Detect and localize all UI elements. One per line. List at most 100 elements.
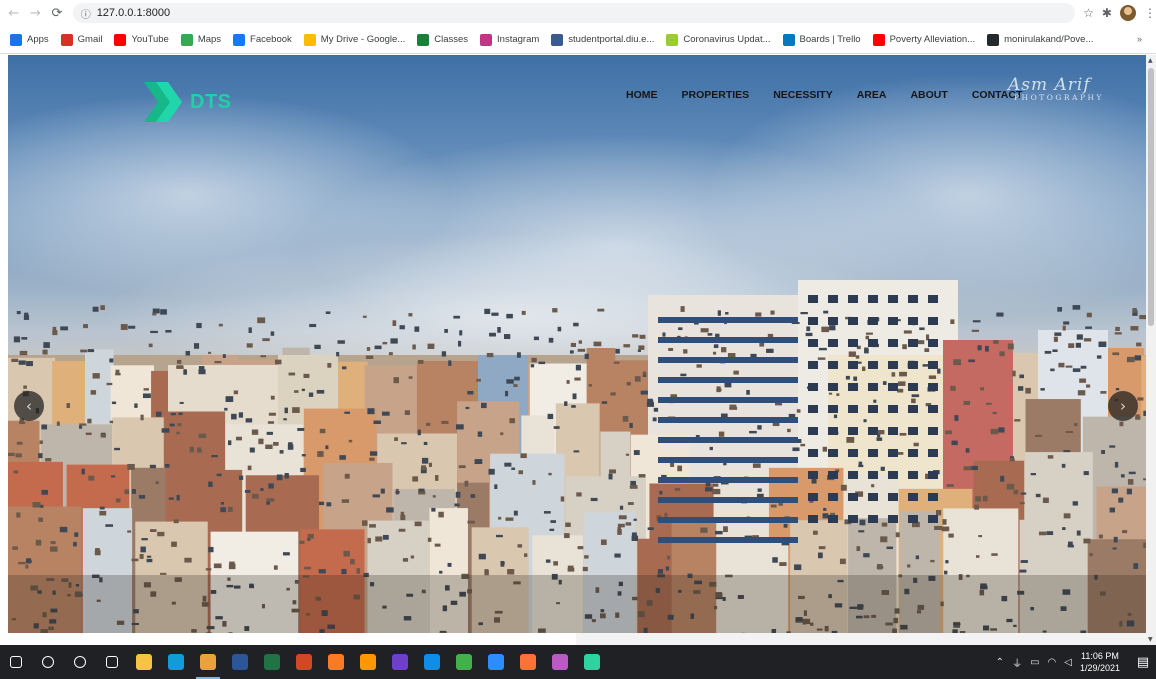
edge-icon[interactable] [160, 645, 192, 679]
wifi-icon[interactable]: ◠ [1048, 657, 1057, 668]
scroll-thumb[interactable] [1148, 68, 1154, 326]
star-bookmark-icon[interactable]: ☆ [1083, 6, 1094, 20]
trello-icon [782, 33, 795, 46]
github-desktop-icon[interactable] [384, 645, 416, 679]
sourcetree-icon[interactable] [544, 645, 576, 679]
main-nav: HOME PROPERTIES NECESSITY AREA ABOUT CONTACT [626, 89, 1046, 101]
portal-icon [551, 33, 564, 46]
git-kraken-icon[interactable] [576, 645, 608, 679]
bookmark-item[interactable]: Classes [417, 33, 468, 46]
instagram-icon [480, 33, 493, 46]
bookmarks-bar: Apps Gmail YouTube Maps Facebook My Drive - G… [0, 26, 1156, 54]
youtube-icon [872, 33, 885, 46]
notification-center-icon[interactable]: ▤ [1130, 645, 1156, 679]
bookmark-label: My Drive - Google... [320, 34, 406, 45]
zoom-icon[interactable] [480, 645, 512, 679]
excel-icon[interactable] [256, 645, 288, 679]
dts-logo-icon [144, 82, 182, 122]
url-text: 127.0.0.1:8000 [96, 7, 171, 19]
usb-icon[interactable]: ⏚ [1012, 655, 1022, 670]
chrome-icon[interactable] [192, 645, 224, 679]
more-menu-icon[interactable]: ⋮ [1144, 6, 1156, 20]
bookmark-item[interactable]: YouTube [114, 33, 169, 46]
bookmark-item[interactable]: Gmail [60, 33, 103, 46]
apps-grid-icon [10, 33, 22, 46]
bookmark-item[interactable]: My Drive - Google... [303, 33, 406, 46]
gmail-icon [60, 33, 73, 46]
page-scrollbar[interactable]: ▲ ▼ [1146, 55, 1156, 645]
bookmark-label: studentportal.diu.e... [568, 34, 655, 45]
watermark-subtitle: PHOTOGRAPHY [1014, 93, 1104, 102]
windows-taskbar: ⌃ ⏚ ▭ ◠ ◁ 11:06 PM 1/29/2021 ▤ [0, 645, 1156, 679]
file-explorer-icon[interactable] [128, 645, 160, 679]
powerpoint-icon[interactable] [288, 645, 320, 679]
bookmark-item[interactable]: Boards | Trello [782, 33, 861, 46]
carousel-next-button[interactable]: › [1108, 391, 1138, 421]
bookmark-label: YouTube [131, 34, 169, 45]
clock[interactable]: 11:06 PM 1/29/2021 [1080, 650, 1120, 674]
back-arrow-icon[interactable]: ← [6, 5, 22, 21]
sublime-icon[interactable] [352, 645, 384, 679]
page-viewport: DTS HOME PROPERTIES NECESSITY AREA ABOUT CONT… [8, 55, 1146, 633]
nav-link-area[interactable]: AREA [857, 89, 887, 101]
bookmark-item[interactable]: Maps [180, 33, 222, 46]
bookmark-item[interactable]: Poverty Alleviation... [872, 33, 976, 46]
windows-start-icon[interactable] [0, 645, 32, 679]
github-icon [987, 33, 1000, 46]
scroll-up-icon[interactable]: ▲ [1148, 57, 1153, 64]
trello-like-icon [666, 33, 679, 46]
maps-pin-icon [180, 33, 193, 46]
xampp-icon[interactable] [320, 645, 352, 679]
tray-chevron-icon[interactable]: ⌃ [996, 657, 1004, 668]
scroll-down-icon[interactable]: ▼ [1148, 636, 1153, 643]
bookmark-label: monirulakand/Pove... [1004, 34, 1094, 45]
bookmark-item[interactable]: monirulakand/Pove... [987, 33, 1094, 46]
reload-icon[interactable]: ⟳ [49, 5, 65, 21]
clock-date: 1/29/2021 [1079, 663, 1120, 673]
bookmark-item[interactable]: Coronavirus Updat... [666, 33, 771, 46]
bookmark-label: Poverty Alleviation... [889, 34, 976, 45]
clock-time: 11:06 PM [1081, 651, 1119, 661]
nav-link-necessity[interactable]: NECESSITY [773, 89, 833, 101]
cortana-icon[interactable] [64, 645, 96, 679]
bookmark-label: Coronavirus Updat... [683, 34, 771, 45]
teamviewer-icon[interactable] [416, 645, 448, 679]
search-icon[interactable] [32, 645, 64, 679]
forward-arrow-icon[interactable]: → [28, 5, 44, 21]
firefox-icon[interactable] [512, 645, 544, 679]
site-logo[interactable]: DTS [142, 80, 232, 124]
nav-link-properties[interactable]: PROPERTIES [682, 89, 750, 101]
bookmark-item[interactable]: Facebook [233, 33, 292, 46]
task-view-icon[interactable] [96, 645, 128, 679]
nav-link-home[interactable]: HOME [626, 89, 658, 101]
youtube-icon [114, 33, 127, 46]
system-tray: ⌃ ⏚ ▭ ◠ ◁ 11:06 PM 1/29/2021 ▤ [996, 645, 1156, 679]
hero-carousel: DTS HOME PROPERTIES NECESSITY AREA ABOUT CONT… [8, 55, 1146, 633]
battery-icon[interactable]: ▭ [1030, 657, 1039, 668]
browser-toolbar: ← → ⟳ ⓘ 127.0.0.1:8000 ☆ ✱ ⋮ [0, 0, 1156, 26]
watermark-signature: Asm Arif [1008, 75, 1091, 95]
word-icon[interactable] [224, 645, 256, 679]
bookmark-label: Gmail [77, 34, 103, 45]
photographer-watermark: Asm Arif PHOTOGRAPHY [1008, 75, 1104, 102]
anaconda-icon[interactable] [448, 645, 480, 679]
profile-avatar[interactable] [1119, 5, 1136, 21]
city-skyline-photo [8, 280, 1146, 633]
volume-icon[interactable]: ◁ [1064, 657, 1072, 668]
facebook-icon [233, 33, 246, 46]
bookmarks-overflow-icon[interactable]: » [1137, 34, 1142, 44]
bookmark-item[interactable]: studentportal.diu.e... [551, 33, 655, 46]
bookmark-label: Instagram [497, 34, 540, 45]
carousel-prev-button[interactable]: ‹ [14, 391, 44, 421]
chevron-right-icon: › [1120, 397, 1126, 415]
bookmark-item[interactable]: Instagram [480, 33, 540, 46]
drive-icon [303, 33, 316, 46]
bookmark-label: Apps [27, 34, 49, 45]
bookmark-item[interactable]: Apps [10, 33, 49, 46]
address-bar[interactable]: ⓘ 127.0.0.1:8000 [72, 3, 1076, 23]
bookmark-label: Maps [197, 34, 222, 45]
extensions-puzzle-icon[interactable]: ✱ [1102, 6, 1112, 20]
nav-link-about[interactable]: ABOUT [910, 89, 947, 101]
classroom-icon [417, 33, 430, 46]
site-info-icon[interactable]: ⓘ [81, 6, 91, 21]
